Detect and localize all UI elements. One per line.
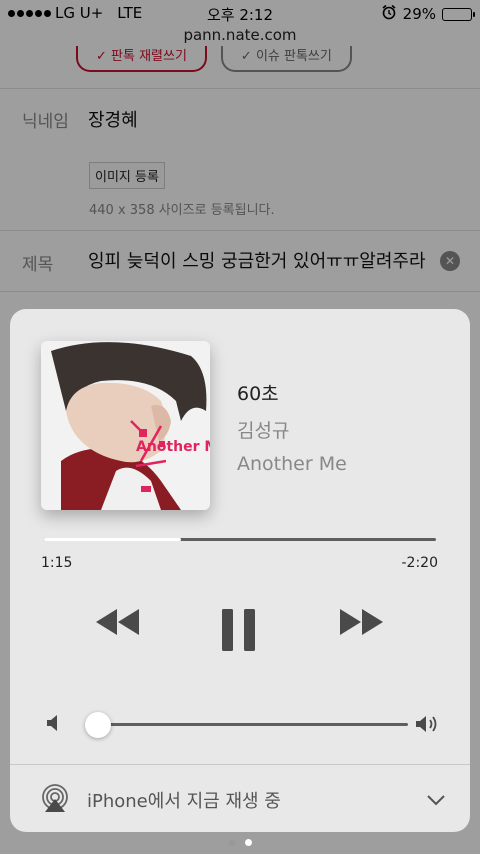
volume-slider[interactable]: [88, 723, 408, 726]
volume-high-icon: [415, 714, 441, 738]
song-album: Another Me: [237, 453, 347, 475]
page-dot[interactable]: [228, 839, 236, 846]
airplay-label: iPhone에서 지금 재생 중: [87, 791, 281, 812]
progress-scrubber[interactable]: [44, 538, 436, 541]
fast-forward-icon: [340, 609, 383, 635]
elapsed-time: 1:15: [41, 555, 73, 571]
remaining-time: -2:20: [401, 555, 439, 571]
fast-forward-button[interactable]: [340, 609, 384, 639]
airplay-icon: [40, 783, 70, 817]
page-dot[interactable]: [244, 839, 252, 846]
song-artist: 김성규: [237, 420, 290, 442]
pause-icon: [222, 609, 255, 651]
chevron-down-icon[interactable]: [427, 791, 445, 810]
volume-slider-thumb[interactable]: [84, 712, 111, 738]
page-indicator[interactable]: [0, 839, 480, 846]
album-art: Another Me: [41, 341, 210, 510]
progress-played: [44, 538, 182, 541]
volume-low-icon: [46, 714, 62, 736]
rewind-icon: [96, 609, 139, 635]
song-title: 60초: [237, 383, 279, 405]
pause-button[interactable]: [222, 609, 256, 655]
airplay-row[interactable]: iPhone에서 지금 재생 중: [10, 765, 470, 832]
rewind-button[interactable]: [96, 609, 140, 639]
now-playing-card: Another Me 60초 김성규 Another Me 1:15 -2:20: [10, 309, 470, 832]
